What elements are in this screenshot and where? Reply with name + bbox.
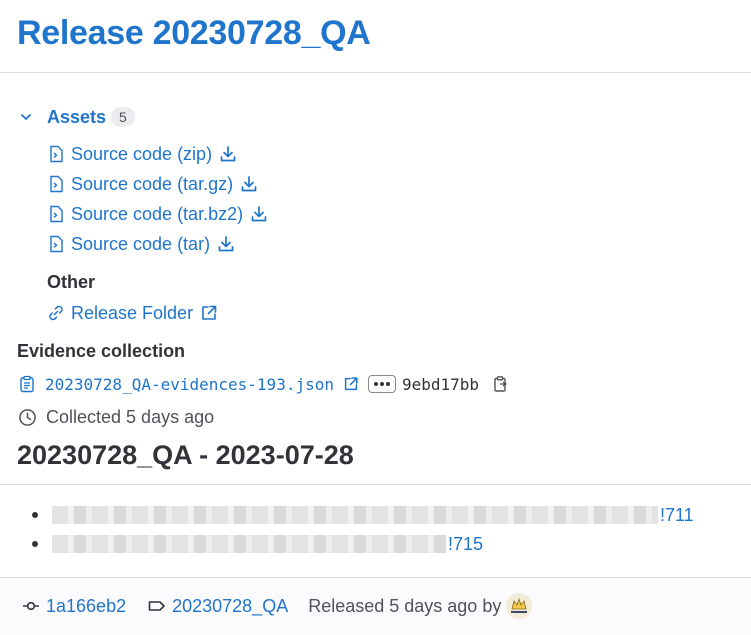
doc-code-icon: [47, 175, 65, 193]
assets-label: Assets: [47, 106, 107, 127]
merge-request-link[interactable]: !711: [660, 505, 694, 526]
evidence-file-link[interactable]: 20230728_QA-evidences-193.json: [45, 375, 334, 394]
doc-code-icon: [47, 145, 65, 163]
page-title: Release 20230728_QA: [17, 14, 371, 52]
evidence-collected: Collected 5 days ago: [18, 406, 214, 428]
more-button[interactable]: [367, 375, 396, 393]
asset-source-zip[interactable]: Source code (zip): [47, 143, 238, 165]
copy-icon[interactable]: [491, 375, 509, 393]
redacted-text: [52, 535, 446, 553]
download-icon: [216, 234, 236, 254]
asset-label: Source code (zip): [71, 143, 213, 164]
commit-link[interactable]: 1a166eb2: [46, 596, 126, 617]
release-folder-label: Release Folder: [71, 302, 194, 323]
download-icon: [218, 144, 238, 164]
tag-icon: [148, 597, 166, 615]
divider: [0, 72, 751, 73]
chevron-down-icon: [18, 109, 34, 125]
asset-label: Source code (tar.bz2): [71, 203, 244, 224]
bullet: [32, 512, 38, 518]
redacted-text: [52, 506, 658, 524]
commit-icon: [22, 597, 40, 615]
list-item: !715: [32, 533, 483, 555]
asset-label: Source code (tar): [71, 233, 211, 254]
divider: [0, 484, 751, 485]
merge-request-link[interactable]: !715: [448, 534, 483, 555]
external-link-icon[interactable]: [342, 375, 360, 393]
release-notes-heading: 20230728_QA - 2023-07-28: [17, 440, 354, 470]
download-icon: [249, 204, 269, 224]
bullet: [32, 541, 38, 547]
avatar[interactable]: [506, 593, 533, 619]
doc-code-icon: [47, 205, 65, 223]
other-heading: Other: [47, 272, 96, 292]
collected-text: Collected 5 days ago: [46, 406, 215, 427]
evidence-heading: Evidence collection: [17, 341, 186, 361]
link-icon: [47, 304, 65, 322]
assets-count-badge: 5: [111, 107, 135, 127]
doc-code-icon: [47, 235, 65, 253]
external-link-icon: [199, 303, 219, 323]
evidence-sha: 9ebd17bb: [401, 374, 480, 394]
assets-toggle[interactable]: Assets 5: [18, 106, 135, 128]
asset-source-targz[interactable]: Source code (tar.gz): [47, 173, 259, 195]
asset-source-tar[interactable]: Source code (tar): [47, 233, 236, 255]
clipboard-icon: [18, 375, 36, 393]
tag-link[interactable]: 20230728_QA: [172, 596, 288, 617]
release-folder-link[interactable]: Release Folder: [47, 302, 219, 324]
clock-icon: [18, 408, 37, 427]
asset-source-tarbz2[interactable]: Source code (tar.bz2): [47, 203, 269, 225]
list-item: !711: [32, 504, 694, 526]
evidence-row: 20230728_QA-evidences-193.json 9ebd17bb: [18, 373, 509, 395]
asset-label: Source code (tar.gz): [71, 173, 234, 194]
footer-row: 1a166eb2 20230728_QA Released 5 days ago…: [22, 593, 533, 619]
released-text: Released 5 days ago by: [308, 595, 502, 616]
download-icon: [239, 174, 259, 194]
